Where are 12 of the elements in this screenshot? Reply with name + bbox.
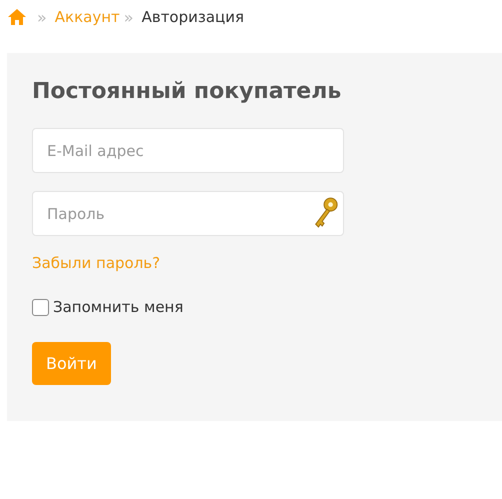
separator: » (124, 8, 134, 26)
remember-label: Запомнить меня (53, 298, 184, 316)
breadcrumb-current: Авторизация (142, 8, 244, 26)
separator: » (37, 8, 47, 26)
login-button[interactable]: Войти (32, 342, 111, 385)
password-field[interactable]: Пароль (32, 191, 344, 236)
forgot-password-link[interactable]: Забыли пароль? (32, 254, 160, 272)
panel-title: Постоянный покупатель (32, 79, 342, 104)
email-field[interactable]: E-Mail адрес (32, 128, 344, 173)
home-icon[interactable] (7, 8, 27, 26)
breadcrumb-link[interactable]: Аккаунт (54, 8, 120, 26)
remember-checkbox[interactable] (32, 298, 49, 316)
